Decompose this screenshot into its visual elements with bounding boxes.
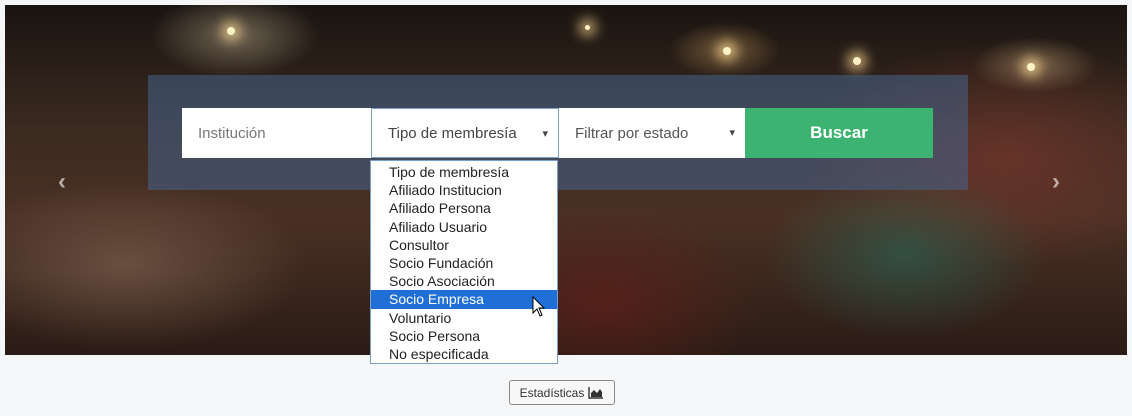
dropdown-option[interactable]: No especificada <box>371 345 557 363</box>
statistics-label: Estadísticas <box>519 385 585 400</box>
dropdown-option[interactable]: Voluntario <box>371 309 557 327</box>
carousel-prev-icon[interactable]: ‹ <box>58 168 66 196</box>
status-filter-value: Filtrar por estado <box>575 124 689 142</box>
dropdown-option[interactable]: Afiliado Usuario <box>371 218 557 236</box>
dropdown-option[interactable]: Afiliado Institucion <box>371 181 557 199</box>
institution-input[interactable]: Institución <box>182 108 372 158</box>
chevron-down-icon: ▾ <box>729 127 735 139</box>
dropdown-option[interactable]: Tipo de membresía <box>371 163 557 181</box>
dropdown-option[interactable]: Socio Empresa <box>371 290 557 309</box>
membership-type-select[interactable]: Tipo de membresía ▾ <box>371 108 559 158</box>
search-button-label: Buscar <box>810 123 868 142</box>
chevron-down-icon: ▾ <box>542 128 548 140</box>
statistics-button[interactable]: Estadísticas <box>509 380 615 405</box>
light-spot <box>1027 63 1035 71</box>
mouse-cursor-icon <box>532 296 546 317</box>
search-button[interactable]: Buscar <box>745 108 933 158</box>
dropdown-option[interactable]: Afiliado Persona <box>371 199 557 217</box>
light-spot <box>227 27 235 35</box>
institution-placeholder: Institución <box>198 124 266 142</box>
dropdown-option[interactable]: Socio Fundación <box>371 254 557 272</box>
dropdown-option[interactable]: Socio Asociación <box>371 272 557 290</box>
dropdown-option[interactable]: Socio Persona <box>371 327 557 345</box>
status-filter-select[interactable]: Filtrar por estado ▾ <box>559 108 745 158</box>
area-chart-icon <box>588 386 604 399</box>
membership-type-value: Tipo de membresía <box>388 124 517 142</box>
membership-type-dropdown[interactable]: Tipo de membresía Afiliado Institucion Afi… <box>370 160 558 365</box>
carousel-next-icon[interactable]: › <box>1052 168 1060 196</box>
light-spot <box>723 47 731 55</box>
light-spot <box>585 25 590 30</box>
light-spot <box>853 57 861 65</box>
dropdown-option[interactable]: Consultor <box>371 236 557 254</box>
